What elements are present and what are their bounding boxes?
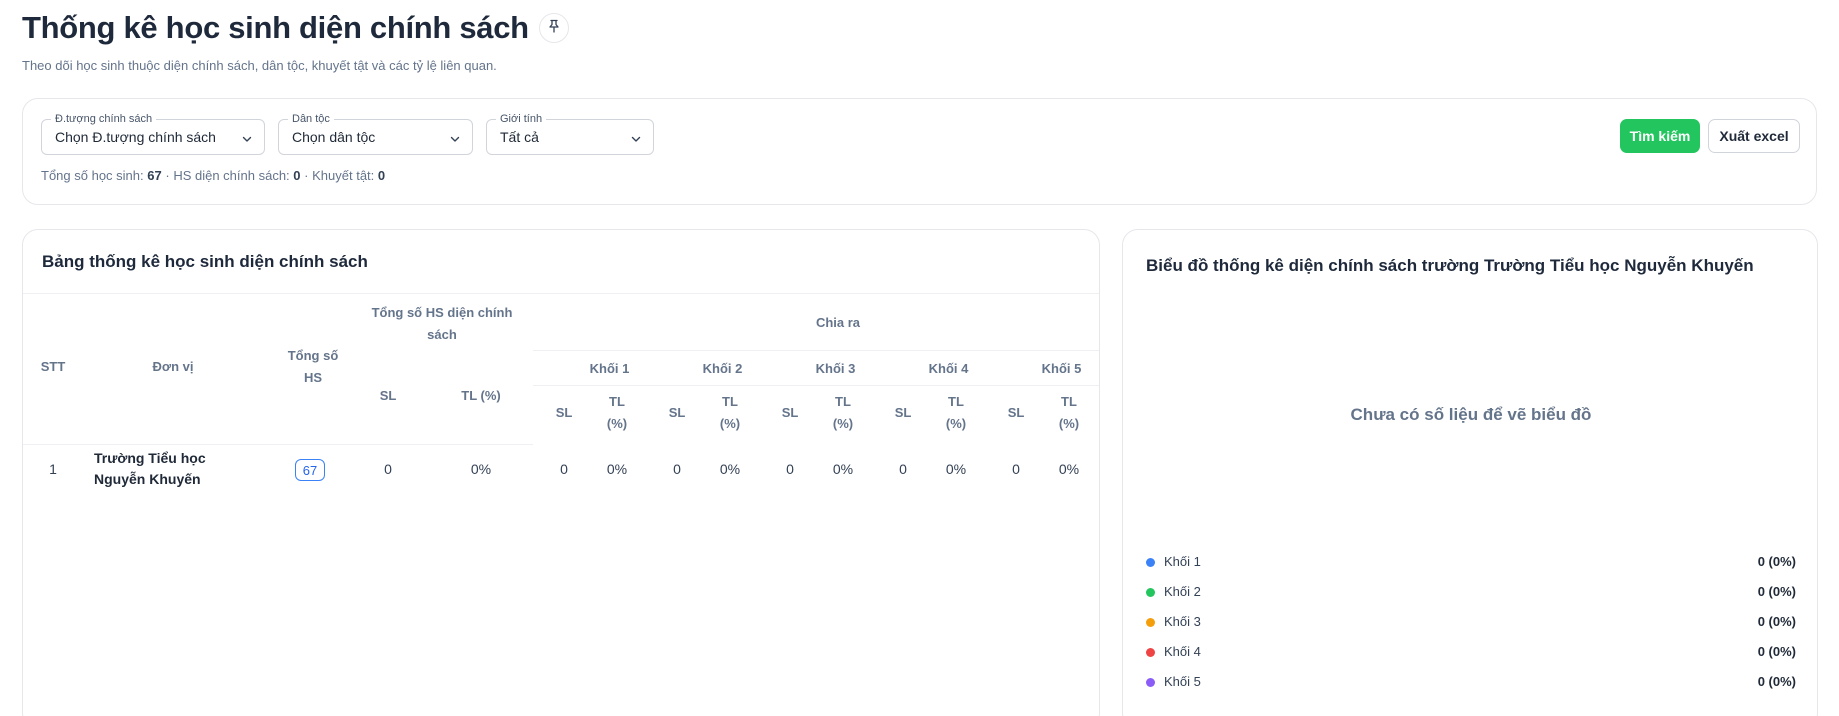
header-grade-2: Khối 2 — [702, 361, 743, 376]
page-title: Thống kê học sinh diện chính sách — [22, 10, 529, 45]
header-grade-5: Khối 5 — [1041, 361, 1082, 376]
chevron-down-icon — [241, 132, 253, 150]
legend-dot — [1146, 588, 1155, 597]
separator: · — [165, 168, 170, 183]
row-g3-tl: 0% — [832, 461, 854, 477]
header-g5-tl: TL (%) — [1058, 394, 1080, 431]
row-g3-sl: 0 — [786, 461, 794, 477]
total-label: Tổng số học sinh: — [41, 168, 144, 183]
chart-card: Biểu đồ thống kê diện chính sách trường … — [1122, 229, 1818, 716]
header-policy-tl: TL (%) — [461, 388, 501, 403]
legend-dot — [1146, 678, 1155, 687]
ethnicity-select-label: Dân tộc — [288, 113, 334, 125]
row-g4-tl: 0% — [945, 461, 967, 477]
header-g4-tl: TL (%) — [945, 394, 967, 431]
policy-label: HS diện chính sách: — [173, 168, 290, 183]
disabled-label: Khuyết tật: — [312, 168, 375, 183]
separator: · — [304, 168, 309, 183]
header-unit: Đơn vị — [152, 359, 194, 374]
table-title: Bảng thống kê học sinh diện chính sách — [42, 252, 368, 271]
legend-value: 0 (0%) — [1757, 674, 1796, 689]
search-button[interactable]: Tìm kiếm — [1620, 119, 1700, 153]
table-card: Bảng thống kê học sinh diện chính sách S… — [22, 229, 1100, 716]
row-g5-sl: 0 — [1012, 461, 1020, 477]
pin-button[interactable] — [538, 13, 569, 43]
gender-select-label: Giới tính — [496, 113, 547, 125]
policy-select-value: Chọn Đ.tượng chính sách — [55, 129, 216, 145]
row-g2-sl: 0 — [673, 461, 681, 477]
chart-title: Biểu đồ thống kê diện chính sách trường … — [1146, 256, 1754, 275]
legend-dot — [1146, 558, 1155, 567]
ethnicity-select[interactable]: Dân tộc Chọn dân tộc — [278, 113, 473, 155]
header-grade-4: Khối 4 — [928, 361, 969, 376]
header-divider — [23, 444, 533, 445]
row-g2-tl: 0% — [719, 461, 741, 477]
header-divider — [533, 350, 1099, 351]
pin-icon — [547, 19, 561, 38]
legend-value: 0 (0%) — [1757, 644, 1796, 659]
legend-item: Khối 1 0 (0%) — [1146, 552, 1796, 572]
legend-dot — [1146, 618, 1155, 627]
legend-label: Khối 5 — [1164, 674, 1201, 689]
legend-value: 0 (0%) — [1757, 554, 1796, 569]
legend-item: Khối 2 0 (0%) — [1146, 582, 1796, 602]
legend-item: Khối 4 0 (0%) — [1146, 642, 1796, 662]
header-g1-sl: SL — [555, 405, 573, 420]
gender-select[interactable]: Giới tính Tất cả — [486, 113, 654, 155]
policy-value: 0 — [293, 168, 301, 183]
row-policy-tl: 0% — [470, 461, 492, 477]
row-stt: 1 — [49, 461, 57, 477]
header-g2-sl: SL — [668, 405, 686, 420]
row-total-badge[interactable]: 67 — [295, 459, 325, 481]
legend-label: Khối 1 — [1164, 554, 1201, 569]
table-top-divider — [23, 293, 1099, 294]
legend-dot — [1146, 648, 1155, 657]
legend-value: 0 (0%) — [1757, 584, 1796, 599]
header-g5-sl: SL — [1007, 405, 1025, 420]
legend-value: 0 (0%) — [1757, 614, 1796, 629]
legend-label: Khối 2 — [1164, 584, 1201, 599]
row-g1-sl: 0 — [560, 461, 568, 477]
header-total: Tổng số HS — [287, 348, 339, 385]
filter-card: Đ.tượng chính sách Chọn Đ.tượng chính sá… — [22, 98, 1817, 205]
chevron-down-icon — [449, 132, 461, 150]
header-g1-tl: TL (%) — [606, 394, 628, 431]
ethnicity-select-value: Chọn dân tộc — [292, 129, 376, 145]
legend-label: Khối 4 — [1164, 644, 1201, 659]
page-subtitle: Theo dõi học sinh thuộc diện chính sách,… — [22, 58, 497, 73]
row-g4-sl: 0 — [899, 461, 907, 477]
header-grade-3: Khối 3 — [815, 361, 856, 376]
legend-label: Khối 3 — [1164, 614, 1201, 629]
total-value: 67 — [147, 168, 162, 183]
header-grade-1: Khối 1 — [589, 361, 630, 376]
row-policy-sl: 0 — [384, 461, 392, 477]
header-breakdown: Chia ra — [815, 315, 861, 330]
legend-item: Khối 3 0 (0%) — [1146, 612, 1796, 632]
policy-select-label: Đ.tượng chính sách — [51, 113, 157, 125]
page-header: Thống kê học sinh diện chính sách Theo d… — [22, 10, 569, 73]
policy-select[interactable]: Đ.tượng chính sách Chọn Đ.tượng chính sá… — [41, 113, 265, 155]
row-g5-tl: 0% — [1058, 461, 1080, 477]
chevron-down-icon — [630, 132, 642, 150]
header-policy-total: Tổng số HS diện chính sách — [371, 305, 513, 342]
header-divider — [533, 385, 1099, 386]
header-g2-tl: TL (%) — [719, 394, 741, 431]
row-g1-tl: 0% — [606, 461, 628, 477]
header-g3-sl: SL — [781, 405, 799, 420]
export-excel-button[interactable]: Xuất excel — [1708, 119, 1800, 153]
gender-select-value: Tất cả — [500, 129, 539, 145]
disabled-value: 0 — [377, 168, 386, 183]
header-stt: STT — [40, 359, 66, 374]
header-g4-sl: SL — [894, 405, 912, 420]
header-policy-sl: SL — [379, 388, 397, 403]
header-g3-tl: TL (%) — [832, 394, 854, 431]
chart-empty-message: Chưa có số liệu để vẽ biểu đồ — [1350, 405, 1592, 424]
row-unit: Trường Tiểu học Nguyễn Khuyến — [94, 450, 206, 487]
summary-line: Tổng số học sinh: 67 · HS diện chính sác… — [41, 168, 385, 183]
legend-item: Khối 5 0 (0%) — [1146, 672, 1796, 692]
